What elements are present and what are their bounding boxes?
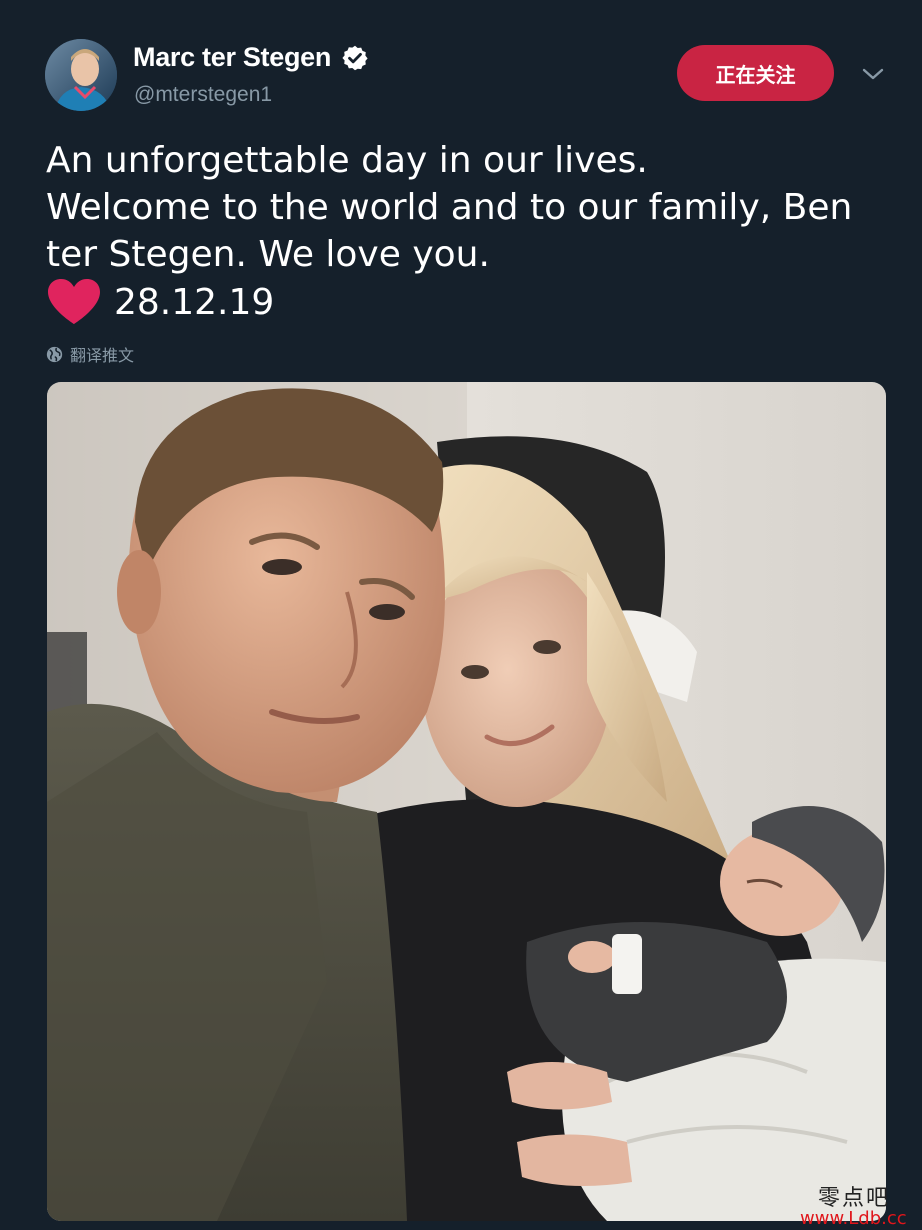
tweet-photo[interactable]: [47, 382, 886, 1221]
tweet-text-line: Welcome to the world and to our family, …: [46, 187, 853, 228]
verified-badge-icon: [342, 45, 368, 71]
tweet-text-line: An unforgettable day in our lives.: [46, 140, 648, 181]
heart-icon: [48, 279, 100, 324]
author-avatar[interactable]: [45, 39, 117, 111]
watermark-site-url: www.Ldb.cc: [800, 1208, 907, 1229]
following-button[interactable]: 正在关注: [677, 45, 834, 101]
tweet-date-line: 28.12.19: [46, 276, 274, 328]
tweet-text-line: ter Stegen. We love you.: [46, 234, 490, 275]
tweet-text: An unforgettable day in our lives. Welco…: [46, 137, 896, 278]
tweet-date-text: 28.12.19: [114, 281, 275, 323]
translate-tweet-link[interactable]: 翻译推文: [46, 342, 134, 366]
author-handle[interactable]: @mterstegen1: [134, 83, 272, 107]
translate-tweet-label: 翻译推文: [70, 346, 135, 365]
globe-icon: [46, 346, 63, 362]
site-watermark: 零点吧 www.Ldb.cc: [800, 1180, 922, 1230]
chevron-down-icon[interactable]: [861, 64, 885, 84]
author-display-name[interactable]: Marc ter Stegen: [133, 42, 331, 73]
